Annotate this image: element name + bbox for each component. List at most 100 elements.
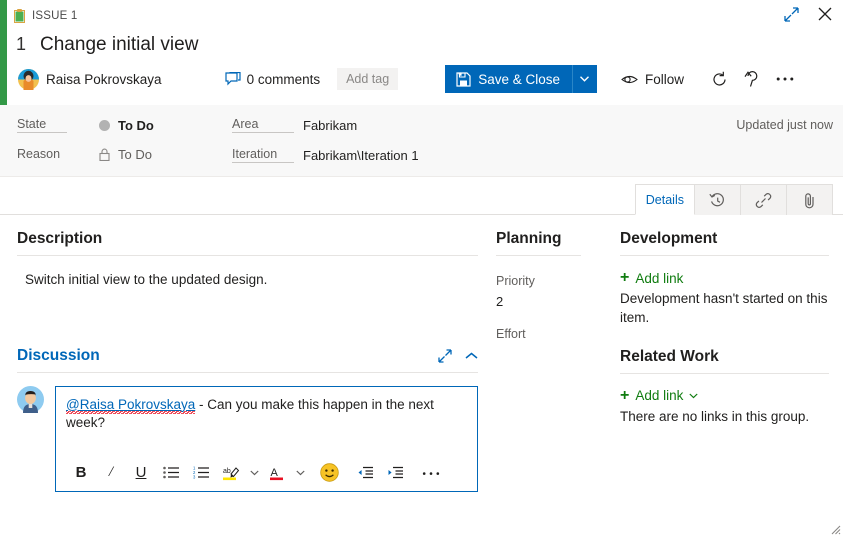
field-reason: Reason To Do [17, 147, 152, 162]
issue-clipboard-icon [14, 9, 25, 23]
lock-icon [99, 148, 110, 161]
revert-undo-icon[interactable] [739, 66, 765, 92]
field-reason-text: To Do [118, 147, 152, 162]
development-heading: Development [620, 230, 829, 256]
description-text[interactable]: Switch initial view to the updated desig… [17, 256, 478, 290]
plus-icon: + [620, 386, 630, 404]
priority-label: Priority [496, 274, 535, 288]
more-formatting-button[interactable] [416, 459, 446, 487]
discussion-actions [438, 348, 478, 363]
more-ellipsis-icon[interactable] [772, 66, 798, 92]
chevron-up-icon[interactable] [465, 352, 478, 360]
field-state-label: State [17, 117, 67, 133]
tab-details[interactable]: Details [634, 184, 695, 215]
indent-button[interactable] [380, 459, 410, 487]
tab-attachments[interactable] [786, 184, 833, 215]
font-color-chevron-down-icon[interactable] [292, 459, 308, 487]
save-options-chevron-down-icon[interactable] [571, 65, 597, 93]
field-state-value: To Do [99, 118, 154, 133]
comments-count-label: 0 comments [246, 71, 321, 87]
assigned-to-field[interactable]: Raisa Pokrovskaya [18, 68, 162, 90]
field-reason-label: Reason [17, 147, 61, 161]
field-area-label: Area [232, 117, 294, 133]
plus-icon: + [620, 269, 630, 286]
assignee-name: Raisa Pokrovskaya [46, 71, 162, 87]
formatting-toolbar: B / U 1 2 3 ab A [56, 455, 477, 491]
tab-strip: Details [634, 183, 833, 215]
tab-details-label: Details [645, 192, 684, 207]
refresh-icon[interactable] [706, 66, 732, 92]
save-button-group: Save & Close [445, 65, 597, 93]
field-area[interactable]: Area Fabrikam [232, 117, 357, 133]
comment-bubble-icon [224, 71, 241, 87]
svg-text:ab: ab [223, 468, 231, 475]
development-column: Development + Add link Development hasn'… [606, 215, 843, 537]
work-item-meta-row: Raisa Pokrovskaya 0 comments Add tag Sav… [7, 56, 843, 93]
font-color-button[interactable]: A [262, 459, 292, 487]
history-clock-icon [709, 192, 726, 209]
bold-button[interactable]: B [66, 459, 96, 487]
development-empty-text: Development hasn't started on this item. [620, 291, 828, 325]
add-tag-button[interactable]: Add tag [337, 68, 399, 90]
save-and-close-button[interactable]: Save & Close [445, 65, 572, 93]
comments-link[interactable]: 0 comments [224, 71, 321, 87]
avatar [17, 385, 44, 492]
field-iteration[interactable]: Iteration Fabrikam\Iteration 1 [232, 147, 419, 163]
chevron-down-icon[interactable] [689, 393, 698, 399]
page-title[interactable]: Change initial view [40, 34, 198, 56]
field-state-text: To Do [118, 117, 154, 133]
work-item-fields-band: State To Do Reason To Do Area Fabrikam I… [0, 105, 843, 177]
breadcrumb-label: ISSUE 1 [32, 10, 78, 22]
emoji-button[interactable] [314, 459, 344, 487]
effort-label: Effort [496, 327, 526, 341]
comment-compose-row: @Raisa Pokrovskaya - Can you make this h… [17, 385, 478, 492]
discussion-section: Discussion @Raisa Pokrovskaya - Can you … [17, 347, 478, 492]
svg-text:3: 3 [193, 475, 196, 479]
planning-heading: Planning [496, 230, 581, 256]
work-item-header: ISSUE 1 1 Change initial view Raisa Pokr… [7, 0, 843, 105]
breadcrumb: ISSUE 1 [7, 0, 843, 28]
italic-button[interactable]: / [96, 459, 126, 487]
expand-diagonal-icon[interactable] [781, 4, 801, 24]
comment-input[interactable]: @Raisa Pokrovskaya - Can you make this h… [56, 387, 477, 455]
comment-editor: @Raisa Pokrovskaya - Can you make this h… [55, 385, 478, 492]
work-item-type-color-bar [0, 0, 7, 105]
expand-diagonal-icon[interactable] [438, 348, 452, 363]
work-item-id: 1 [16, 34, 27, 54]
planning-column: Planning Priority 2 Effort [496, 215, 606, 537]
save-disk-icon [456, 71, 471, 87]
mention-token[interactable]: @Raisa Pokrovskaya [66, 396, 196, 414]
field-reason-value: To Do [99, 147, 152, 162]
work-item-title-row: 1 Change initial view [7, 28, 843, 56]
link-chain-icon [755, 192, 772, 209]
field-state[interactable]: State To Do [17, 117, 154, 133]
development-add-link-button[interactable]: + Add link [620, 270, 829, 286]
discussion-heading[interactable]: Discussion [17, 347, 100, 365]
follow-eye-icon [621, 73, 638, 86]
field-iteration-label: Iteration [232, 147, 294, 163]
underline-button[interactable]: U [126, 459, 156, 487]
highlight-color-button[interactable]: ab [216, 459, 246, 487]
highlight-color-chevron-down-icon[interactable] [246, 459, 262, 487]
bullet-list-button[interactable] [156, 459, 186, 487]
description-heading: Description [17, 230, 478, 256]
related-work-add-link-button[interactable]: + Add link [620, 386, 829, 404]
details-main-column: Description Switch initial view to the u… [0, 215, 496, 537]
tab-links[interactable] [740, 184, 787, 215]
close-icon[interactable] [815, 4, 835, 24]
state-dot-icon [99, 119, 110, 131]
discussion-heading-row: Discussion [17, 347, 478, 373]
resize-grip-icon[interactable] [827, 521, 841, 535]
tab-history[interactable] [694, 184, 741, 215]
field-area-value: Fabrikam [303, 117, 358, 133]
numbered-list-button[interactable]: 1 2 3 [186, 459, 216, 487]
related-work-add-link-label: Add link [635, 388, 684, 404]
priority-value[interactable]: 2 [496, 294, 606, 309]
outdent-button[interactable] [350, 459, 380, 487]
development-add-link-label: Add link [635, 270, 684, 286]
paperclip-icon [802, 192, 817, 209]
follow-button[interactable]: Follow [621, 72, 684, 87]
avatar [18, 68, 39, 90]
window-controls [781, 4, 835, 24]
svg-text:A: A [271, 467, 279, 479]
